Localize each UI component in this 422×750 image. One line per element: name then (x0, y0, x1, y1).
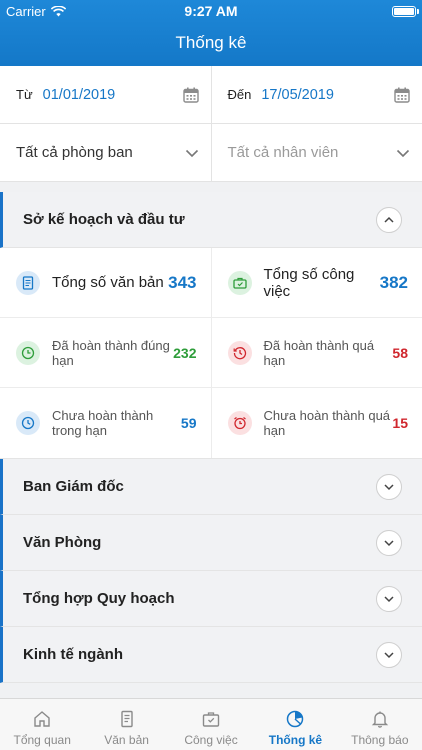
section-title: Sở kế hoạch và đầu tư (23, 211, 185, 228)
tab-tasks[interactable]: Công việc (169, 699, 253, 750)
bell-icon (371, 711, 389, 728)
briefcase-icon (227, 270, 252, 295)
tab-label: Thông báo (351, 733, 409, 747)
stat-total-docs[interactable]: Tổng số văn bản 343 (0, 248, 211, 317)
stat-pending-late[interactable]: Chưa hoàn thành quá hạn 15 (210, 388, 422, 458)
stat-label: Chưa hoàn thành trong hạn (52, 408, 154, 438)
tab-documents[interactable]: Văn bản (84, 699, 168, 750)
chevron-down-icon (396, 149, 410, 157)
tab-label: Thống kê (268, 733, 323, 747)
chevron-down-icon (384, 595, 394, 602)
calendar-icon (394, 87, 410, 103)
expand-button[interactable] (376, 585, 402, 612)
battery-icon (392, 5, 419, 17)
page-title: Thống kê (175, 33, 247, 52)
expand-button[interactable] (376, 473, 402, 500)
section-header[interactable]: Văn Phòng (0, 515, 422, 571)
chevron-down-icon (384, 539, 394, 546)
section-header[interactable]: Kinh tế ngành (0, 627, 422, 683)
department-value: Tất cả phòng ban (16, 144, 133, 161)
pie-chart-icon (287, 710, 304, 728)
home-icon (34, 711, 50, 727)
chevron-up-icon (384, 216, 394, 223)
document-icon (120, 710, 133, 728)
status-time: 9:27 AM (184, 3, 238, 19)
app-header: Carrier 9:27 AM Thống kê (0, 0, 422, 66)
tab-label: Văn bản (104, 733, 149, 747)
collapse-button[interactable] (376, 206, 402, 233)
stat-done-ontime[interactable]: Đã hoàn thành đúng hạn 232 (0, 318, 211, 387)
stat-label: Tổng số công việc (263, 265, 355, 300)
calendar-icon (182, 87, 199, 103)
document-icon (16, 270, 40, 295)
stat-label: Đã hoàn thành quá hạn (263, 337, 375, 368)
clock-icon (16, 411, 40, 435)
department-select[interactable]: Tất cả phòng ban (0, 124, 211, 181)
chevron-down-icon (384, 483, 394, 490)
briefcase-icon (202, 712, 220, 727)
to-date-value: 17/05/2019 (261, 86, 334, 103)
stat-label: Chưa hoàn thành quá hạn (263, 408, 391, 438)
chevron-down-icon (185, 149, 198, 157)
from-label: Từ (16, 87, 33, 102)
clock-check-icon (16, 340, 40, 365)
to-label: Đến (227, 87, 252, 102)
to-date-picker[interactable]: Đến 17/05/2019 (210, 66, 422, 123)
stat-label: Đã hoàn thành đúng hạn (52, 337, 170, 368)
section-title: Kinh tế ngành (23, 646, 123, 663)
stats-grid: Tổng số văn bản 343 Tổng số công việc 38… (0, 248, 422, 459)
status-bar: Carrier 9:27 AM (0, 0, 422, 22)
stat-value: 343 (168, 272, 197, 292)
tab-notifications[interactable]: Thông báo (338, 699, 422, 750)
from-date-value: 01/01/2019 (42, 86, 116, 103)
stat-value: 58 (392, 344, 408, 361)
stat-value: 382 (379, 272, 408, 292)
from-date-picker[interactable]: Từ 01/01/2019 (0, 66, 211, 123)
tab-overview[interactable]: Tổng quan (0, 699, 84, 750)
expand-button[interactable] (376, 641, 402, 668)
department-sections: Sở kế hoạch và đầu tư Tổng số văn bản 34… (0, 192, 422, 683)
section-header[interactable]: Tổng hợp Quy hoạch (0, 571, 422, 627)
employee-select[interactable]: Tất cả nhân viên (210, 124, 422, 181)
section-header[interactable]: Ban Giám đốc (0, 459, 422, 515)
stat-value: 232 (173, 344, 197, 361)
section-title: Tổng hợp Quy hoạch (23, 590, 175, 607)
tab-statistics[interactable]: Thống kê (253, 699, 337, 750)
tab-label: Tổng quan (13, 733, 71, 747)
stat-value: 15 (392, 415, 408, 431)
section-title: Văn Phòng (23, 534, 102, 551)
filter-panel: Từ 01/01/2019 Đến 17/05/2019 Tất cả phòn… (0, 66, 422, 182)
tab-bar: Tổng quan Văn bản Công việc Thống kê Thô… (0, 698, 422, 750)
section-header-expanded[interactable]: Sở kế hoạch và đầu tư (0, 192, 422, 248)
chevron-down-icon (384, 651, 394, 658)
section-title: Ban Giám đốc (23, 478, 124, 495)
stat-label: Tổng số văn bản (52, 274, 164, 291)
tab-label: Công việc (184, 733, 238, 747)
stat-done-late[interactable]: Đã hoàn thành quá hạn 58 (210, 318, 422, 387)
history-icon (227, 340, 252, 365)
employee-placeholder: Tất cả nhân viên (227, 144, 339, 161)
stat-value: 59 (180, 415, 197, 431)
alarm-icon (227, 411, 252, 435)
stat-pending-ontime[interactable]: Chưa hoàn thành trong hạn 59 (0, 388, 211, 458)
expand-button[interactable] (376, 529, 402, 556)
stat-total-tasks[interactable]: Tổng số công việc 382 (210, 248, 422, 317)
